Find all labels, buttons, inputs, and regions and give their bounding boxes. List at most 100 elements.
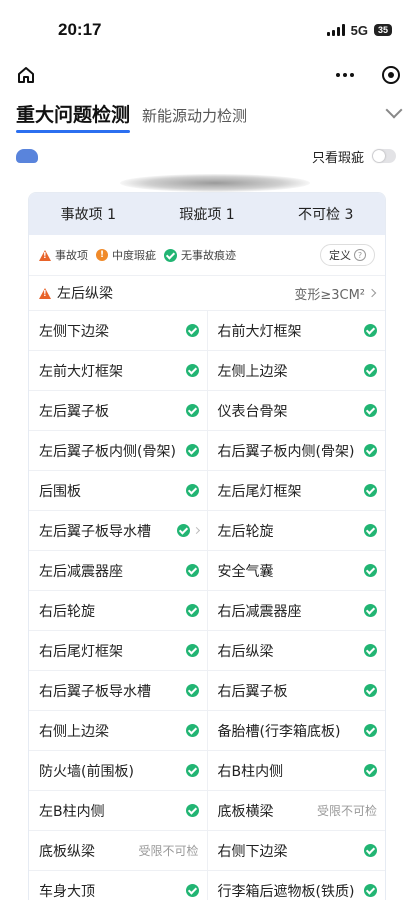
inspection-item[interactable]: 右侧上边梁 <box>29 711 207 750</box>
check-icon <box>185 564 199 577</box>
major-issue-desc: 变形≥3CM² <box>294 284 377 303</box>
inspection-item[interactable]: 右后减震器座 <box>206 591 386 630</box>
inspection-item[interactable]: 防火墙(前围板) <box>29 751 207 790</box>
check-icon <box>185 404 199 417</box>
inspection-item[interactable]: 右后翼子板 <box>206 671 386 710</box>
inspection-item[interactable]: 右后纵梁 <box>206 631 386 670</box>
tab-new-energy[interactable]: 新能源动力检测 <box>142 105 247 126</box>
legend-ok: 无事故痕迹 <box>164 247 236 263</box>
check-icon <box>364 644 377 657</box>
inspection-item[interactable]: 车身大顶 <box>29 871 207 900</box>
check-icon <box>185 804 199 817</box>
inspection-item-label: 备胎槽(行李箱底板) <box>217 723 341 740</box>
inspection-item[interactable]: 左侧下边梁 <box>29 311 207 350</box>
chevron-down-icon[interactable] <box>385 101 403 119</box>
inspection-item[interactable]: 左侧上边梁 <box>206 351 386 390</box>
filter-row: 只看瑕疵 <box>0 140 414 172</box>
inspection-item[interactable]: 左后尾灯框架 <box>206 471 386 510</box>
check-icon <box>364 404 377 417</box>
check-icon <box>364 844 377 857</box>
inspection-item[interactable]: 右后尾灯框架 <box>29 631 207 670</box>
inspection-item-label: 右后纵梁 <box>217 643 274 660</box>
check-icon <box>185 444 199 457</box>
check-icon <box>364 364 377 377</box>
summary-defect[interactable]: 瑕疵项 1 <box>148 204 267 224</box>
inspection-item-label: 右侧上边梁 <box>39 723 109 740</box>
inspection-item-status <box>185 484 199 497</box>
inspection-item[interactable]: 左后翼子板内侧(骨架) <box>29 431 207 470</box>
grid-row: 防火墙(前围板) 右B柱内侧 <box>29 751 385 791</box>
inspection-item-status <box>185 444 199 457</box>
inspection-item[interactable]: 左前大灯框架 <box>29 351 207 390</box>
inspection-item-label: 行李箱后遮物板(铁质) <box>217 883 355 900</box>
defects-only-label: 只看瑕疵 <box>311 150 364 166</box>
major-issue-row[interactable]: 左后纵梁 变形≥3CM² <box>29 275 385 311</box>
inspection-item[interactable]: 安全气囊 <box>206 551 386 590</box>
inspection-item-status <box>364 684 377 697</box>
inspection-item[interactable]: 左后轮旋 <box>206 511 386 550</box>
inspection-item-label: 左侧上边梁 <box>217 363 288 380</box>
inspection-item-label: 左后轮旋 <box>217 523 274 540</box>
grid-row: 左后减震器座 安全气囊 <box>29 551 385 591</box>
uncheckable-text: 受限不可检 <box>138 844 199 858</box>
inspection-item[interactable]: 左后翼子板 <box>29 391 207 430</box>
grid-row: 底板纵梁 受限不可检 右侧下边梁 <box>29 831 385 871</box>
check-icon <box>185 644 199 657</box>
inspection-item[interactable]: 备胎槽(行李箱底板) <box>206 711 386 750</box>
major-issue-label: 左后纵梁 <box>57 286 113 302</box>
inspection-item[interactable]: 后围板 <box>29 471 207 510</box>
inspection-item[interactable]: 底板纵梁 受限不可检 <box>29 831 207 870</box>
nav-actions <box>336 66 400 84</box>
inspection-item-label: 右侧下边梁 <box>217 843 288 860</box>
inspection-item[interactable]: 右B柱内侧 <box>206 751 386 790</box>
inspection-tabs: 重大问题检测 新能源动力检测 <box>0 90 414 140</box>
inspection-item[interactable]: 仪表台骨架 <box>206 391 386 430</box>
chevron-right-icon <box>367 288 377 298</box>
definition-button[interactable]: 定义 ? <box>320 244 375 266</box>
check-icon <box>364 444 377 457</box>
inspection-item[interactable]: 左B柱内侧 <box>29 791 207 830</box>
close-mini-program-icon[interactable] <box>382 66 400 84</box>
inspection-grid: 左侧下边梁 右前大灯框架左前大灯框架 左侧上边梁 左后翼子板 仪表台骨架 左后翼子板内侧(… <box>29 311 385 900</box>
check-icon <box>364 324 377 337</box>
check-icon <box>364 564 377 577</box>
inspection-item[interactable]: 左后翼子板导水槽 <box>29 511 207 550</box>
tab-major-issues[interactable]: 重大问题检测 <box>16 100 131 133</box>
inspection-item[interactable]: 左后减震器座 <box>29 551 207 590</box>
inspection-item-label: 左B柱内侧 <box>39 803 105 820</box>
home-icon[interactable] <box>16 65 36 85</box>
inspection-item-status <box>185 644 199 657</box>
inspection-item[interactable]: 右后翼子板内侧(骨架) <box>206 431 386 470</box>
more-icon[interactable] <box>336 73 354 77</box>
inspection-item-label: 右后翼子板内侧(骨架) <box>217 443 355 460</box>
legend-accident: 事故项 <box>39 247 88 263</box>
car-thumbnail-icon <box>16 149 38 163</box>
check-icon <box>164 248 177 262</box>
inspection-item[interactable]: 底板横梁 受限不可检 <box>206 791 386 830</box>
help-icon: ? <box>354 249 366 261</box>
moderate-defect-icon: ! <box>96 249 108 261</box>
inspection-item[interactable]: 右前大灯框架 <box>206 311 386 350</box>
defects-only-toggle[interactable] <box>372 149 396 163</box>
grid-row: 左后翼子板内侧(骨架) 右后翼子板内侧(骨架) <box>29 431 385 471</box>
grid-row: 后围板 左后尾灯框架 <box>29 471 385 511</box>
inspection-item-status <box>364 604 377 617</box>
inspection-item[interactable]: 右后轮旋 <box>29 591 207 630</box>
inspection-item[interactable]: 右后翼子板导水槽 <box>29 671 207 710</box>
battery-icon: 35 <box>373 24 392 36</box>
inspection-item-label: 左前大灯框架 <box>39 363 123 380</box>
defects-only-filter[interactable]: 只看瑕疵 <box>312 147 396 166</box>
inspection-item-label: 右后轮旋 <box>39 603 95 620</box>
definition-label: 定义 <box>329 249 351 262</box>
inspection-item-label: 右前大灯框架 <box>217 323 302 340</box>
inspection-item-status <box>185 404 199 417</box>
inspection-item-status <box>364 884 377 897</box>
check-icon <box>364 884 377 897</box>
summary-uncheckable[interactable]: 不可检 3 <box>266 204 385 224</box>
inspection-item-status <box>185 604 199 617</box>
inspection-item[interactable]: 右侧下边梁 <box>206 831 386 870</box>
summary-accident[interactable]: 事故项 1 <box>29 204 148 224</box>
inspection-item-label: 防火墙(前围板) <box>39 763 134 780</box>
inspection-item[interactable]: 行李箱后遮物板(铁质) <box>206 871 386 900</box>
status-indicators: 5G 35 <box>326 23 392 38</box>
